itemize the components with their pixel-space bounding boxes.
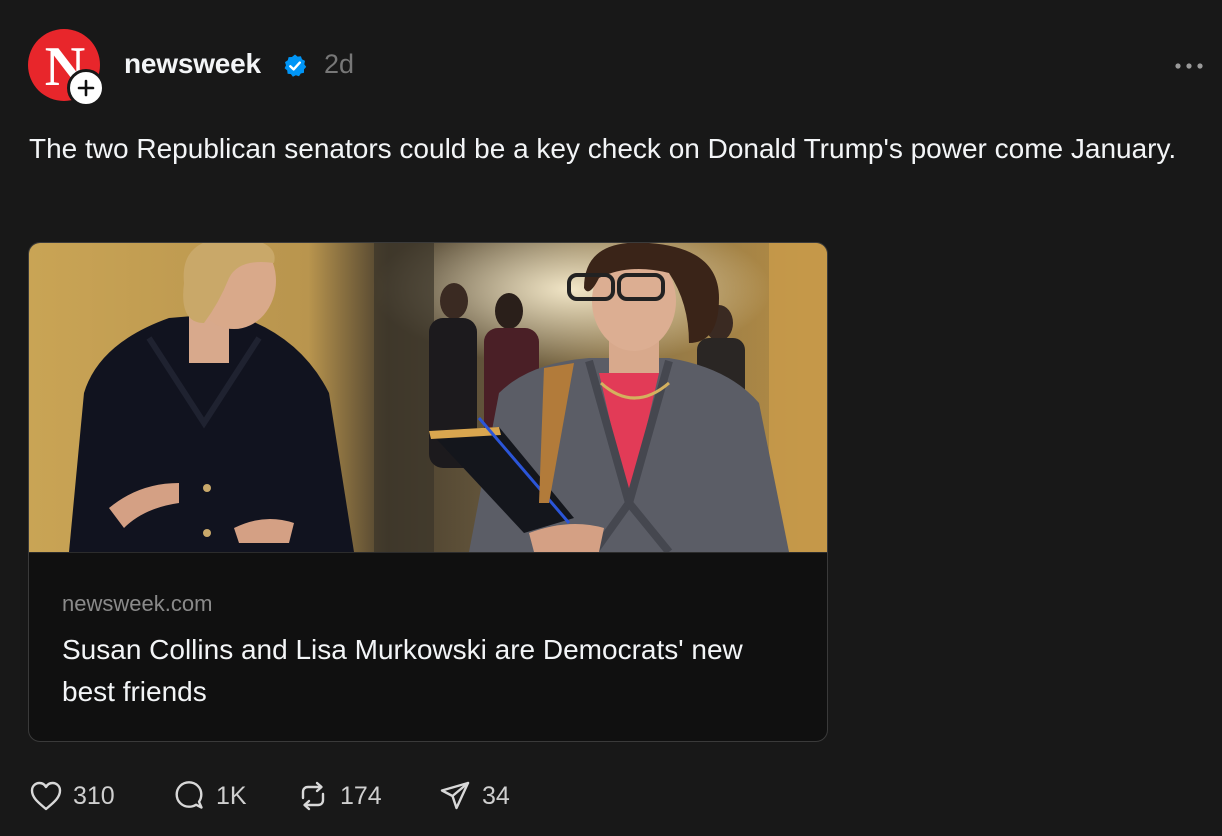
- heart-icon: [30, 781, 62, 811]
- share-count: 34: [482, 781, 510, 810]
- post-timestamp[interactable]: 2d: [324, 49, 354, 80]
- repost-count: 174: [340, 781, 382, 810]
- link-preview-card[interactable]: newsweek.com Susan Collins and Lisa Murk…: [28, 242, 828, 742]
- plus-icon: [77, 79, 95, 97]
- post-caption: The two Republican senators could be a k…: [29, 133, 1177, 164]
- reply-button[interactable]: 1K: [172, 776, 247, 816]
- article-photo[interactable]: [29, 243, 827, 553]
- comment-icon: [175, 781, 203, 809]
- author-avatar-container[interactable]: N: [28, 29, 105, 107]
- link-title: Susan Collins and Lisa Murkowski are Dem…: [62, 634, 743, 707]
- like-button[interactable]: 310: [29, 776, 115, 816]
- send-icon: [440, 781, 470, 810]
- verified-badge-icon: [284, 54, 307, 77]
- repost-button[interactable]: 174: [296, 776, 382, 816]
- repost-icon: [301, 781, 325, 811]
- follow-button[interactable]: [67, 69, 105, 107]
- author-username[interactable]: newsweek: [124, 48, 261, 80]
- more-options-button[interactable]: [1170, 50, 1210, 80]
- more-icon: [1175, 63, 1203, 69]
- share-button[interactable]: 34: [438, 776, 510, 816]
- reply-count: 1K: [216, 781, 247, 810]
- thread-post: N newsweek 2d The two Republican senator…: [0, 0, 1222, 836]
- like-count: 310: [73, 781, 115, 810]
- link-domain: newsweek.com: [62, 591, 213, 616]
